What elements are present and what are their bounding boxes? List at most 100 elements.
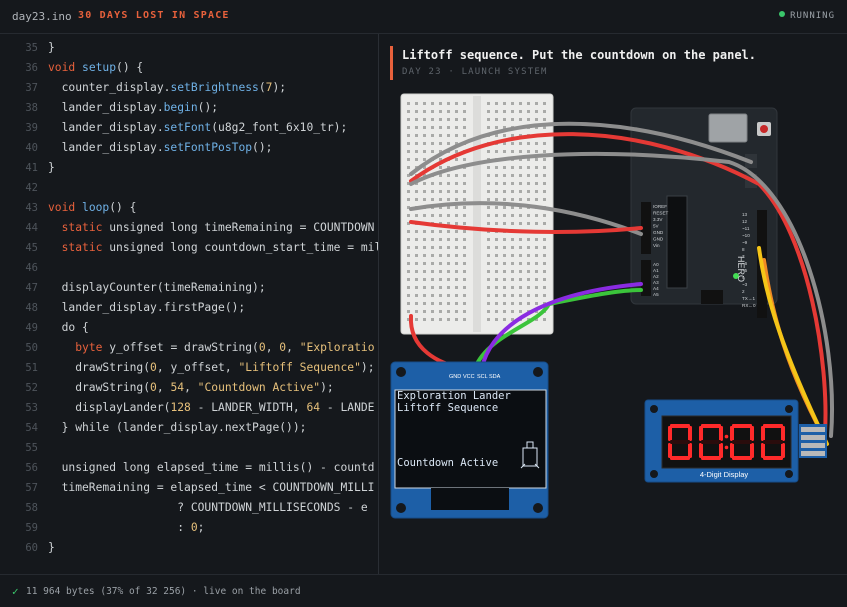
line-content: displayCounter(timeRemaining); [48, 278, 266, 298]
line-number: 38 [25, 102, 38, 114]
code-token: - LANDER_WIDTH, [190, 401, 307, 414]
arduino-pin-label: 13 [742, 212, 748, 217]
microcontroller-chip [666, 195, 688, 289]
arduino-pin-label: 8 [742, 247, 745, 252]
line-number: 43 [25, 202, 38, 214]
line-content: lander_display.firstPage(); [48, 298, 246, 318]
arduino-pin-label: A3 [653, 280, 659, 285]
code-token: unsigned long timeRemaining = COUNTDOWN [109, 221, 375, 234]
code-token: , [286, 341, 300, 354]
line-content: } while (lander_display.nextPage()); [48, 418, 307, 438]
line-content: lander_display.setFont(u8g2_font_6x10_tr… [48, 118, 348, 138]
segment-f [761, 426, 765, 441]
arduino-board[interactable]: HERO IOREFRESET3.3V5VGNDGNDVinA0A1A2A3A4… [630, 107, 778, 318]
code-token: loop [82, 201, 110, 214]
segment-a [732, 424, 752, 428]
code-token: void [48, 201, 83, 214]
oled-pin-scl: SCL [477, 374, 488, 380]
oled-pin-sda: SDA [489, 374, 501, 380]
code-token: drawString( [48, 361, 151, 374]
segment-c [750, 443, 754, 458]
segment-g [763, 440, 783, 444]
arduino-pin-label: 2 [742, 289, 745, 294]
code-token: 0 [150, 361, 157, 374]
top-bar: day23.ino 30 DAYS LOST IN SPACE RUNNING [0, 0, 847, 34]
arduino-pin-label: Vin [653, 243, 660, 248]
code-token: : [48, 521, 191, 534]
colon-dot [724, 445, 729, 450]
line-number: 48 [25, 302, 38, 314]
code-token: ); [320, 381, 334, 394]
line-number: 50 [25, 342, 38, 354]
segment-d [670, 456, 690, 460]
oled-status-line: Countdown Active [397, 457, 498, 469]
code-token: "Countdown Active" [197, 381, 321, 394]
arduino-pin-label: 3.3V [653, 217, 663, 222]
status-footer: ✓ 11 964 bytes (37% of 32 256) · live on… [0, 574, 847, 607]
line-content: } [48, 538, 55, 558]
code-token: displayLander( [48, 401, 171, 414]
line-content: drawString(0, y_offset, "Liftoff Sequenc… [48, 358, 374, 378]
line-content: drawString(0, 54, "Countdown Active"); [48, 378, 334, 398]
code-token: lander_display. [48, 141, 164, 154]
arduino-pin-label: A5 [653, 292, 659, 297]
code-editor[interactable]: 35} 36 void setup() {37 counter_display.se… [0, 34, 378, 574]
code-token: } while (lander_display.nextPage()); [48, 421, 307, 434]
code-token: void [48, 61, 83, 74]
line-content: } [48, 38, 55, 58]
breadboard[interactable] [400, 93, 554, 335]
task-accent-bar [390, 46, 393, 80]
simulation-panel: HERO IOREF RESET 3.3V 5V GND GND Vin A0 A1 A2 A3 A4… [379, 34, 847, 574]
line-number: 49 [25, 322, 38, 334]
compile-status: 11 964 bytes (37% of 32 256) · live on t… [26, 586, 301, 597]
code-token: lander_display.firstPage(); [48, 301, 246, 314]
line-content: ? COUNTDOWN_MILLISECONDS - e [48, 498, 368, 518]
circuit-diagram: HERO IOREFRESET3.3V5VGNDGNDVinA0A1A2A3A4… [390, 93, 834, 519]
line-content: static unsigned long timeRemaining = COU… [48, 218, 375, 238]
arduino-pin-label: 5V [653, 224, 660, 229]
run-status-label: RUNNING [790, 11, 835, 21]
arduino-pin-label: 12 [742, 219, 748, 224]
oled-pin-gnd: GND [449, 374, 461, 380]
segment-a [670, 424, 690, 428]
code-token: do { [48, 321, 89, 334]
segment-b [781, 426, 785, 441]
code-token: timeRemaining = elapsed_time < COUNTDOWN… [48, 481, 375, 494]
four-digit-display-module[interactable]: 4-Digit Display [644, 399, 827, 483]
code-token: , y_offset, [156, 361, 239, 374]
line-number: 42 [25, 182, 38, 194]
oled-display-module[interactable]: GND VCC SCL SDA Exploration Lander Lifto… [390, 361, 549, 519]
line-content: lander_display.begin(); [48, 98, 218, 118]
segment-f [668, 426, 672, 441]
code-token: } [48, 161, 55, 174]
code-token: (); [197, 101, 219, 114]
segment-d [701, 456, 721, 460]
line-number: 39 [25, 122, 38, 134]
line-content: counter_display.setBrightness(7); [48, 78, 287, 98]
arduino-pin-label: GND [653, 230, 664, 235]
line-number: 41 [25, 162, 38, 174]
arduino-pin-label: IOREF [653, 204, 667, 209]
code-token: ( [258, 81, 266, 94]
code-token: counter_display. [48, 81, 171, 94]
arduino-pin-label: ~10 [742, 233, 750, 238]
arduino-pin-label: GND [653, 237, 664, 242]
segment-d [732, 456, 752, 460]
arduino-pin-label: ~6 [742, 261, 748, 266]
code-token: unsigned long elapsed_time = millis() - … [48, 461, 375, 474]
line-number: 55 [25, 442, 38, 454]
usb-port [708, 113, 748, 143]
code-token: static [61, 221, 110, 234]
line-content: byte y_offset = drawString(0, 0, "Explor… [48, 338, 374, 358]
code-token: static [61, 241, 110, 254]
code-token: ; [197, 521, 205, 534]
segment-g [701, 440, 721, 444]
task-title: Liftoff sequence. Put the countdown on t… [402, 48, 757, 62]
project-title: 30 DAYS LOST IN SPACE [78, 10, 230, 21]
code-token: ? COUNTDOWN_MILLISECONDS - e [48, 501, 368, 514]
segment-e [761, 443, 765, 458]
line-number: 46 [25, 262, 38, 274]
line-content: static unsigned long countdown_start_tim… [48, 238, 378, 258]
